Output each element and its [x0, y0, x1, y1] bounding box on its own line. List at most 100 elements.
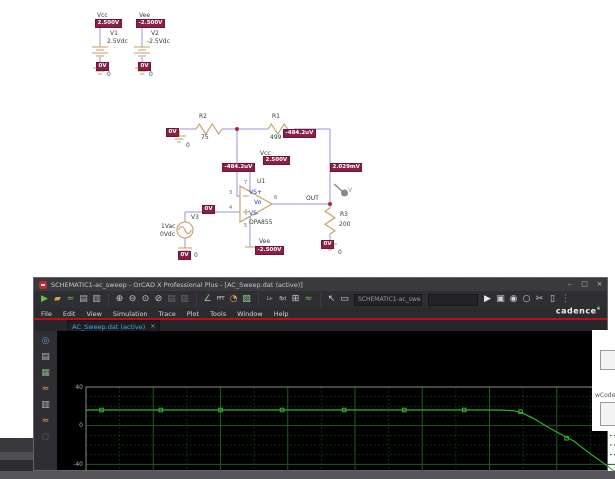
bias-box-vee: -2.500V [136, 19, 165, 28]
background-band [0, 452, 33, 460]
simulation-profile-combo[interactable]: SCHEMATIC1-ac_sweep [354, 293, 422, 306]
bias-box-inv-node: -484.2uV [283, 129, 316, 138]
tab-close-icon[interactable]: × [150, 323, 155, 330]
bias-box-0v-v3gnd: 0V [178, 251, 192, 260]
eval-goal-function-icon[interactable]: f(x) [277, 293, 289, 306]
r2-value: 75 [201, 134, 209, 141]
close-button[interactable]: × [592, 279, 607, 290]
schematic-drawing [92, 27, 348, 255]
copy-page-icon[interactable]: ▤ [166, 293, 178, 306]
view-waveform-icon[interactable]: ≈ [65, 293, 77, 306]
net-label-vcc: Vcc [97, 12, 108, 19]
menu-view[interactable]: View [86, 310, 101, 318]
run-simulation-icon[interactable]: ▶ [482, 293, 494, 306]
app-icon [39, 280, 47, 289]
new-simulation-icon[interactable]: ▶ [39, 293, 51, 306]
open-file-icon[interactable]: ▰ [52, 293, 64, 306]
battery-v2 [134, 46, 150, 57]
bias-box-0v-v3wire: 0V [202, 205, 216, 214]
rerun-simulation-icon[interactable]: ≈ [39, 415, 52, 428]
simulation-results-icon[interactable]: ▦ [39, 367, 52, 380]
voltage-probe-icon [333, 183, 348, 197]
zoom-area-icon[interactable]: ⊙ [140, 293, 152, 306]
zoom-out-icon[interactable]: ⊖ [127, 293, 139, 306]
y-tick-label: 0 [79, 422, 83, 430]
overflow-menu-icon[interactable]: ⋮ [560, 293, 572, 306]
menu-simulation[interactable]: Simulation [113, 310, 148, 318]
record-icon[interactable]: ◉ [508, 293, 520, 306]
zoom-in-icon[interactable]: ⊕ [114, 293, 126, 306]
r2-ref: R2 [199, 113, 207, 120]
bias-box-vee-pin: -2.500V [255, 246, 284, 255]
bias-box-0v-left: 0V [166, 128, 180, 137]
toolbar-separator [315, 293, 321, 306]
secondary-combo[interactable] [428, 293, 478, 306]
u1-pin3: 3 [229, 190, 233, 196]
menu-edit[interactable]: Edit [63, 310, 76, 318]
title-bar[interactable]: SCHEMATIC1-ac_sweep - OrCAD X Profession… [34, 278, 607, 291]
save-results-icon[interactable]: ▣ [495, 293, 507, 306]
stop-icon[interactable]: ○ [521, 293, 533, 306]
add-plot-icon[interactable]: ⊞ [290, 293, 302, 306]
plot-area[interactable]: 400-40-80 1.0KHz10KHz100KHz1.0MHz10MHz10… [57, 331, 615, 479]
battery-v1 [92, 46, 108, 57]
menu-trace[interactable]: Trace [159, 310, 176, 318]
background-window-fragment: wCode [592, 330, 615, 431]
v3-ac: 1Vac [161, 223, 176, 230]
pspice-window: SCHEMATIC1-ac_sweep - OrCAD X Profession… [33, 277, 615, 479]
edit-simulation-settings-icon[interactable]: ≈ [39, 383, 52, 396]
bias-box-out: 2.029mV [330, 163, 363, 172]
probe-v-label: V [348, 187, 353, 194]
cursor-select-icon[interactable]: ↖ [326, 293, 338, 306]
zoom-fit-icon[interactable]: ⊘ [153, 293, 165, 306]
add-trace-icon[interactable]: ≈ [303, 293, 315, 306]
paste-page-icon[interactable]: ▥ [179, 293, 191, 306]
background-fragment-text: wCode [595, 392, 615, 399]
u1-pin5: 5 [244, 223, 248, 229]
menu-file[interactable]: File [41, 310, 52, 318]
print-icon[interactable]: ▥ [91, 293, 103, 306]
simulation-queue-icon[interactable]: ▥ [39, 399, 52, 412]
pin-window-icon[interactable]: ◎ [39, 335, 52, 348]
menu-tools[interactable]: Tools [210, 310, 226, 318]
u1-pin6: 6 [274, 195, 278, 201]
copy-icon[interactable]: ▯ [547, 293, 559, 306]
menu-window[interactable]: Window [237, 310, 263, 318]
add-y-axis-icon[interactable]: L+ [264, 293, 276, 306]
background-fragment-box [600, 402, 615, 426]
toolbar-separator [191, 293, 197, 306]
mute-output-icon[interactable]: ◌ [39, 431, 52, 444]
v1-ref: V1 [110, 30, 118, 37]
v2-ref: V2 [151, 30, 159, 37]
maximize-button[interactable]: □ [577, 279, 592, 290]
bias-box-vcc-pin: 2.500V [263, 156, 290, 165]
cadence-logo: cadence® [555, 306, 601, 316]
resistor-r2 [195, 122, 223, 136]
fft-icon[interactable]: FFT [215, 293, 227, 306]
source-v3 [176, 221, 194, 239]
y-tick-label: 40 [75, 383, 83, 391]
simulation-output-file-icon[interactable]: ▤ [39, 351, 52, 364]
minimize-button[interactable]: – [562, 279, 577, 290]
r3-ref: R3 [340, 211, 348, 218]
chart-line-icon[interactable]: ▧ [241, 293, 253, 306]
v3-dc: 0Vdc [160, 231, 176, 238]
menu-help[interactable]: Help [274, 310, 289, 318]
frequency-response-plot [85, 386, 615, 479]
menu-plot[interactable]: Plot [187, 310, 199, 318]
u1-ref: U1 [257, 178, 266, 185]
toolbar-separator [103, 293, 109, 306]
performance-analysis-icon[interactable]: ◔ [228, 293, 240, 306]
mark-data-points-icon[interactable]: ▭ [339, 293, 351, 306]
gnd-0-v1: 0 [107, 71, 111, 78]
save-file-icon[interactable]: ▤ [78, 293, 90, 306]
toolbar: ▶ ▰ ≈ ▤ ▥ ⊕ ⊖ ⊙ ⊘ ▤ ▥ ∠ FFT ◔ ▧ L+ f(x) ⊞ ≈ ↖ ▭ SCHEMATIC1-ac… [34, 291, 607, 308]
bias-box-vcc: 2.500V [95, 19, 122, 28]
bias-box-0v-v2: 0V [138, 62, 152, 71]
bias-box-0v-r3: 0V [321, 240, 335, 249]
gnd-0-left: 0 [186, 142, 190, 149]
plot-y-axis-icon[interactable]: ∠ [202, 293, 214, 306]
u1-pin7: 7 [244, 180, 248, 186]
background-fragment-box [600, 350, 615, 370]
cut-icon[interactable]: ✂ [534, 293, 546, 306]
